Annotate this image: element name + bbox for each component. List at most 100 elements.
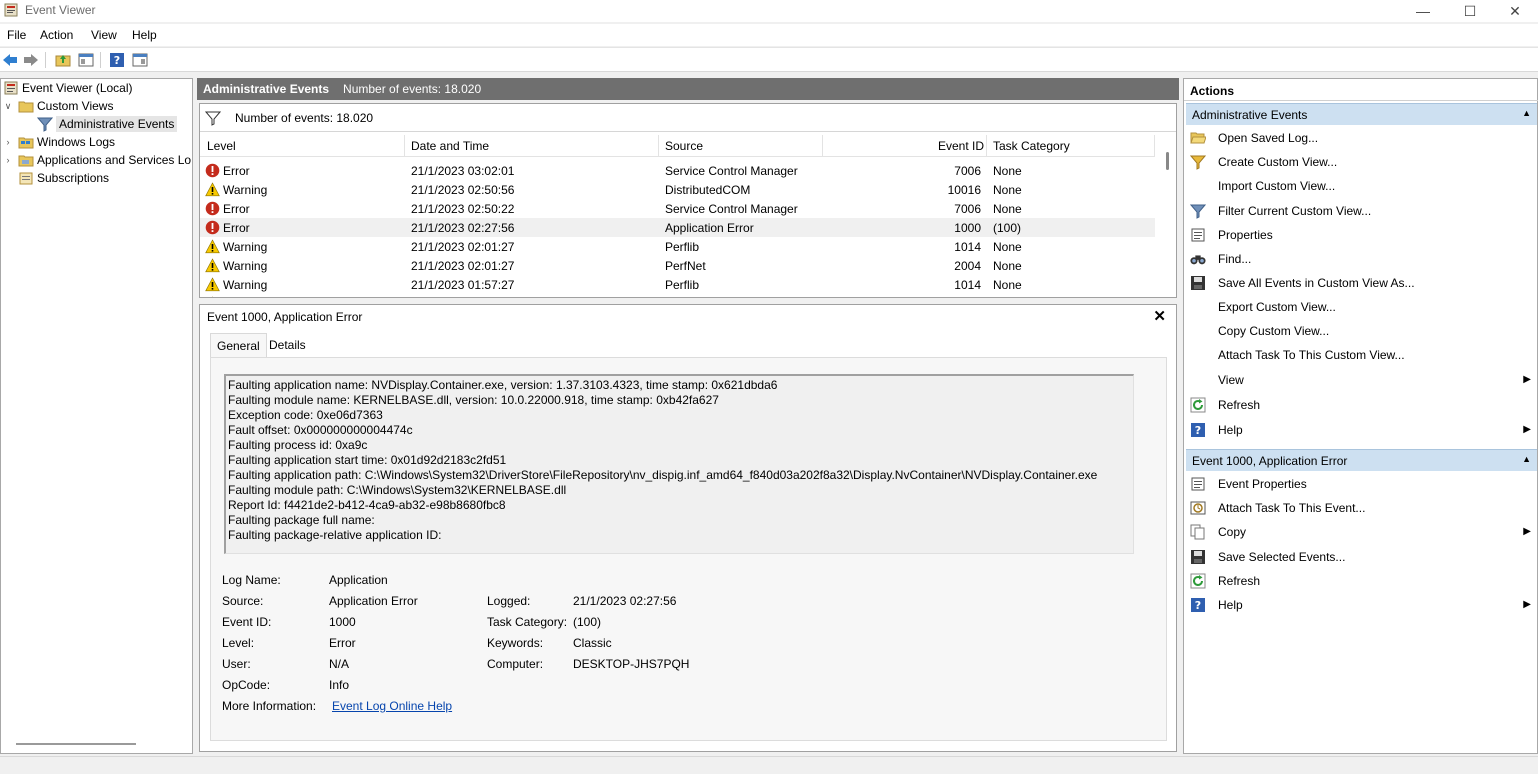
submenu-arrow-icon: ▶ <box>1523 526 1531 537</box>
table-row[interactable]: Error 21/1/2023 03:02:01 Service Control M… <box>200 161 1155 180</box>
back-arrow-icon[interactable] <box>1 51 19 69</box>
task-category-label: Task Category: <box>487 615 568 629</box>
date-cell: 21/1/2023 03:02:01 <box>411 164 515 178</box>
collapse-up-icon[interactable]: ▲ <box>1522 108 1531 118</box>
tree-item-subscriptions[interactable]: Subscriptions <box>18 169 109 187</box>
blank-icon <box>1190 299 1206 315</box>
menu-view[interactable]: View <box>91 28 117 42</box>
help-icon[interactable]: ? <box>108 51 126 69</box>
tree-item-custom-views[interactable]: ∨ Custom Views <box>3 97 114 115</box>
submenu-arrow-icon: ▶ <box>1523 424 1531 435</box>
action-label: Refresh <box>1218 574 1261 588</box>
action-item[interactable]: Properties <box>1186 224 1537 246</box>
action-item[interactable]: Copy Custom View... <box>1186 320 1537 342</box>
level-cell: Error <box>223 164 250 178</box>
horizontal-scrollbar[interactable] <box>16 743 136 745</box>
menu-help[interactable]: Help <box>132 28 157 42</box>
action-item[interactable]: View ▶ <box>1186 369 1537 391</box>
subscriptions-icon <box>19 172 33 185</box>
action-label: Help <box>1218 598 1243 612</box>
close-icon[interactable]: ✕ <box>1153 307 1166 325</box>
menu-file[interactable]: File <box>7 28 26 42</box>
tree-label: Event Viewer (Local) <box>22 81 133 95</box>
table-row[interactable]: Error 21/1/2023 02:27:56 Application Error… <box>200 218 1155 237</box>
action-item[interactable]: ? Help ▶ <box>1186 419 1537 441</box>
action-item[interactable]: Import Custom View... <box>1186 175 1537 197</box>
close-button[interactable]: ✕ <box>1492 0 1538 22</box>
action-item[interactable]: Attach Task To This Custom View... <box>1186 344 1537 366</box>
chevron-down-icon[interactable]: ∨ <box>3 101 13 112</box>
date-cell: 21/1/2023 02:01:27 <box>411 240 515 254</box>
blank-icon <box>1190 178 1206 194</box>
event-id-cell: 2004 <box>954 259 981 273</box>
action-item[interactable]: Refresh <box>1186 570 1537 592</box>
task-cell: None <box>993 183 1022 197</box>
action-label: View <box>1218 373 1244 387</box>
action-label: Copy <box>1218 525 1247 539</box>
action-label: Event Properties <box>1218 477 1307 491</box>
refresh-icon <box>1190 397 1206 413</box>
event-description[interactable]: Faulting application name: NVDisplay.Con… <box>224 374 1134 554</box>
menu-action[interactable]: Action <box>40 28 73 42</box>
task-cell: None <box>993 240 1022 254</box>
status-bar <box>0 756 1538 774</box>
chevron-right-icon[interactable]: › <box>3 137 13 147</box>
table-row[interactable]: Warning 21/1/2023 01:56:27 Perflib 1014 None <box>200 294 1155 297</box>
action-item[interactable]: Event Properties <box>1186 473 1537 495</box>
action-item[interactable]: ? Help ▶ <box>1186 594 1537 616</box>
action-item[interactable]: Refresh <box>1186 394 1537 416</box>
tree-item-event-viewer-local[interactable]: Event Viewer (Local) <box>3 79 133 97</box>
actions-section-event[interactable]: Event 1000, Application Error ▲ <box>1186 449 1537 471</box>
column-source[interactable]: Source <box>665 139 703 153</box>
keywords-label: Keywords: <box>487 636 544 650</box>
source-label: Source: <box>222 594 264 608</box>
collapse-up-icon[interactable]: ▲ <box>1522 454 1531 464</box>
action-item[interactable]: Create Custom View... <box>1186 151 1537 173</box>
tree-item-administrative-events[interactable]: Administrative Events <box>37 115 178 133</box>
action-item[interactable]: Attach Task To This Event... <box>1186 497 1537 519</box>
vertical-scrollbar[interactable] <box>1166 152 1169 170</box>
tree-item-windows-logs[interactable]: › Windows Logs <box>3 133 116 151</box>
forward-arrow-icon[interactable] <box>22 51 40 69</box>
column-task-category[interactable]: Task Category <box>993 139 1070 153</box>
table-row[interactable]: Error 21/1/2023 02:50:22 Service Control M… <box>200 199 1155 218</box>
event-id-cell: 1014 <box>954 240 981 254</box>
filter-icon <box>1190 203 1206 219</box>
tree-item-applications-and-services[interactable]: › Applications and Services Lo <box>3 151 192 169</box>
minimize-button[interactable]: — <box>1400 0 1446 22</box>
description-line: Faulting application path: C:\Windows\Sy… <box>228 468 1098 482</box>
column-level[interactable]: Level <box>207 139 236 153</box>
action-item[interactable]: Export Custom View... <box>1186 296 1537 318</box>
table-row[interactable]: Warning 21/1/2023 02:01:27 PerfNet 2004 None <box>200 256 1155 275</box>
blank-icon <box>1190 372 1206 388</box>
table-row[interactable]: Warning 21/1/2023 01:57:27 Perflib 1014 None <box>200 275 1155 294</box>
user-label: User: <box>222 657 251 671</box>
windows-logs-icon <box>18 137 34 149</box>
date-cell: 21/1/2023 02:01:27 <box>411 259 515 273</box>
table-row[interactable]: Warning 21/1/2023 02:01:27 Perflib 1014 None <box>200 237 1155 256</box>
actions-section-administrative-events[interactable]: Administrative Events ▲ <box>1186 103 1537 125</box>
action-label: Create Custom View... <box>1218 155 1338 169</box>
binoculars-icon <box>1190 251 1206 267</box>
action-item[interactable]: Save Selected Events... <box>1186 546 1537 568</box>
tab-general[interactable]: General <box>210 333 267 357</box>
tab-details[interactable]: Details <box>263 333 312 357</box>
show-hide-action-pane-icon[interactable] <box>131 51 149 69</box>
action-item[interactable]: Copy ▶ <box>1186 521 1537 543</box>
action-item[interactable]: Save All Events in Custom View As... <box>1186 272 1537 294</box>
column-date-time[interactable]: Date and Time <box>411 139 489 153</box>
chevron-right-icon[interactable]: › <box>3 155 13 165</box>
show-hide-tree-icon[interactable] <box>77 51 95 69</box>
folder-icon <box>18 155 34 167</box>
maximize-button[interactable]: ☐ <box>1447 0 1493 22</box>
filter-create-icon <box>1190 154 1206 170</box>
table-row[interactable]: Warning 21/1/2023 02:50:56 DistributedCOM 1… <box>200 180 1155 199</box>
action-item[interactable]: Open Saved Log... <box>1186 127 1537 149</box>
action-item[interactable]: Find... <box>1186 248 1537 270</box>
section-label: Event 1000, Application Error <box>1192 454 1348 468</box>
description-line: Faulting module name: KERNELBASE.dll, ve… <box>228 393 719 407</box>
up-folder-icon[interactable] <box>54 51 72 69</box>
column-event-id[interactable]: Event ID <box>938 139 984 153</box>
action-item[interactable]: Filter Current Custom View... <box>1186 200 1537 222</box>
event-log-online-help-link[interactable]: Event Log Online Help <box>332 699 452 713</box>
